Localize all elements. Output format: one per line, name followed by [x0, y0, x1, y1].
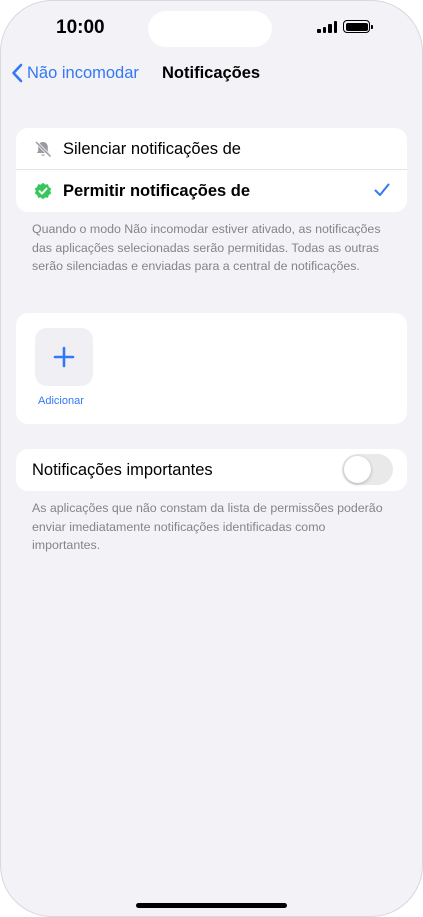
option-allow[interactable]: Permitir notificações de — [16, 170, 407, 212]
add-app-button[interactable] — [35, 328, 93, 386]
battery-icon — [343, 20, 373, 33]
important-card: Notificações importantes — [16, 449, 407, 491]
toggle-knob — [344, 456, 371, 483]
option-silence[interactable]: Silenciar notificações de — [16, 128, 407, 170]
add-app-label[interactable]: Adicionar — [38, 395, 84, 407]
battery-fill — [345, 22, 368, 31]
notification-mode-card: Silenciar notificações de Permitir notif… — [16, 128, 407, 212]
bell-slash-icon — [34, 140, 52, 158]
option-allow-label: Permitir notificações de — [63, 181, 251, 200]
plus-icon — [53, 346, 75, 368]
back-label: Não incomodar — [27, 63, 139, 82]
phone-screen: 10:00 Não incomodar Notificações Silenci… — [0, 0, 423, 917]
verified-badge-icon — [34, 182, 52, 200]
mode-footnote: Quando o modo Não incomodar estiver ativ… — [32, 222, 381, 274]
option-silence-label: Silenciar notificações de — [63, 139, 241, 158]
chevron-left-icon — [12, 63, 23, 83]
status-icons — [317, 20, 373, 33]
checkmark-icon — [374, 183, 390, 196]
dynamic-island — [148, 11, 272, 47]
important-row: Notificações importantes — [16, 449, 407, 491]
home-indicator[interactable] — [136, 903, 287, 908]
apps-card: Adicionar — [16, 313, 407, 424]
important-label: Notificações importantes — [32, 460, 213, 479]
important-footnote: As aplicações que não constam da lista d… — [32, 501, 383, 553]
status-time: 10:00 — [56, 17, 105, 38]
page-title: Notificações — [162, 64, 261, 82]
back-button[interactable]: Não incomodar — [11, 63, 139, 83]
important-toggle[interactable] — [342, 454, 393, 485]
signal-icon — [317, 20, 337, 33]
